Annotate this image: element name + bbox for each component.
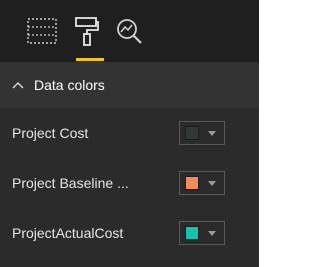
scrollbar-track [259,0,265,267]
fields-icon[interactable] [24,14,60,48]
paint-roller-icon[interactable] [69,14,105,48]
caret-down-icon [208,130,216,136]
caret-down-icon [208,230,216,236]
data-colors-section-header[interactable]: Data colors [0,62,259,108]
color-row-project-actual-cost: ProjectActualCost [0,208,259,258]
series-label: Project Baseline ... [12,175,129,191]
chevron-up-icon [10,77,26,93]
color-picker-dropdown[interactable] [179,171,225,195]
series-label: ProjectActualCost [12,225,124,241]
color-swatch [185,176,199,190]
color-swatch [185,126,199,140]
color-swatch [185,226,199,240]
series-label: Project Cost [12,125,89,141]
visualization-toolbar [0,0,259,62]
active-tab-indicator [76,58,104,61]
color-row-project-cost: Project Cost [0,108,259,158]
analytics-magnifier-icon[interactable] [111,14,147,48]
color-row-project-baseline: Project Baseline ... [0,158,259,208]
format-pane: Data colors Project Cost Project Baselin… [0,0,259,267]
section-title: Data colors [34,77,105,93]
caret-down-icon [208,180,216,186]
color-picker-dropdown[interactable] [179,221,225,245]
color-picker-dropdown[interactable] [179,121,225,145]
